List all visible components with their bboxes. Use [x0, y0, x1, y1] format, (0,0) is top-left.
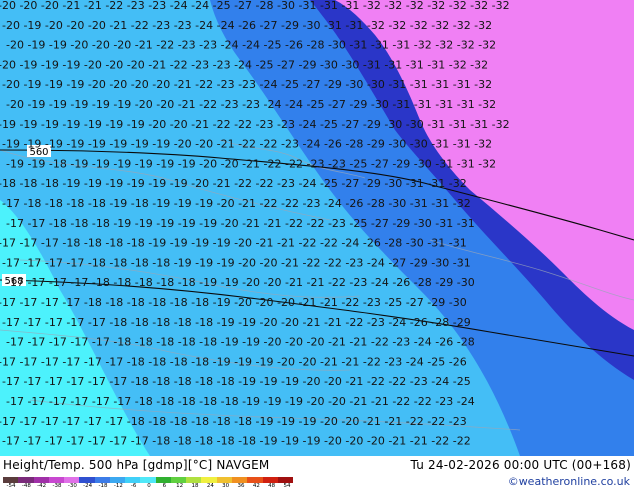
- colorbar-tick-label: 24: [206, 483, 214, 489]
- temperature-row: -17 -17 -17 -17 -17 -18 -18 -18 -18 -18 …: [2, 316, 471, 329]
- colorbar-tick-label: -6: [130, 483, 137, 489]
- temperature-map: 560 568 -20 -20 -20 -21 -21 -22 -23 -23 …: [0, 0, 634, 456]
- colorbar-tick-label: -12: [113, 483, 123, 489]
- colorbar-tick-label: -48: [21, 483, 31, 489]
- temperature-row: -19 -19 -18 -19 -19 -19 -19 -19 -19 -20 …: [6, 157, 496, 170]
- weather-map-figure: 560 568 -20 -20 -20 -21 -21 -22 -23 -23 …: [0, 0, 634, 490]
- map-caption: Height/Temp. 500 hPa [gdmp][°C] NAVGEM: [3, 458, 270, 472]
- colorbar-tick-label: -24: [83, 483, 93, 489]
- colorbar-ticks: -54 -48 -42 -38 -30 -24 -18 -12 -6 0 6 12 18 24 30 36 42…: [3, 483, 295, 490]
- colorbar-tick-label: 18: [191, 483, 199, 489]
- temperature-row: -17 -17 -18 -18 -18 -19 -19 -19 -19 -19 …: [6, 217, 475, 230]
- colorbar-tick-label: -38: [52, 483, 62, 489]
- temperature-row: -20 -19 -19 -19 -19 -19 -20 -20 -21 -22 …: [6, 98, 496, 111]
- colorbar-tick-label: 12: [176, 483, 184, 489]
- temperature-row: -17 -17 -17 -17 -17 -17 -17 -18 -18 -18 …: [2, 435, 471, 448]
- temperature-row: -20 -19 -19 -19 -20 -20 -20 -20 -21 -22 …: [2, 78, 492, 91]
- temperature-row: -20 -20 -20 -21 -21 -22 -23 -23 -24 -24 …: [0, 0, 510, 12]
- colorbar-tick-label: 6: [162, 483, 167, 489]
- temperature-row: -17 -17 -17 -17 -18 -18 -18 -18 -18 -18 …: [0, 296, 467, 309]
- colorbar-tick-label: 0: [147, 483, 151, 489]
- temperature-row: -19 -19 -19 -19 -19 -19 -19 -19 -20 -20 …: [2, 138, 492, 151]
- colorbar-tick-label: 42: [252, 483, 260, 489]
- temperature-row: -17 -17 -17 -17 -17 -17 -18 -18 -18 -18 …: [0, 355, 467, 368]
- temperature-row: -17 -18 -18 -18 -18 -19 -18 -19 -19 -19 …: [2, 197, 471, 210]
- temperature-row: -20 -19 -20 -20 -20 -21 -22 -23 -23 -24 …: [2, 19, 492, 32]
- temperature-labels: -20 -20 -20 -21 -21 -22 -23 -23 -24 -24 …: [0, 0, 510, 448]
- valid-time: Tu 24-02-2026 00:00 UTC (00+168): [410, 458, 631, 472]
- colorbar-tick-label: -30: [67, 483, 77, 489]
- colorbar-tick-label: -54: [6, 483, 16, 489]
- colorbar-tick-label: -42: [37, 483, 47, 489]
- colorbar-tick-label: 36: [237, 483, 245, 489]
- temperature-row: -17 -17 -17 -17 -17 -17 -18 -18 -18 -18 …: [6, 395, 475, 408]
- colorbar-tick-label: 48: [268, 483, 276, 489]
- temperature-row: -20 -19 -19 -20 -20 -20 -21 -22 -23 -23 …: [6, 39, 496, 52]
- temperature-row: -20 -19 -19 -19 -20 -20 -20 -21 -22 -23 …: [0, 58, 488, 71]
- temperature-row: -17 -17 -17 -17 -18 -18 -18 -18 -19 -19 …: [2, 256, 471, 269]
- temperature-row: -19 -19 -19 -19 -19 -19 -19 -20 -20 -21 …: [0, 118, 510, 131]
- map-footer: Height/Temp. 500 hPa [gdmp][°C] NAVGEM T…: [0, 456, 634, 490]
- colorbar-tick-label: 30: [222, 483, 230, 489]
- temperature-row: -18 -18 -18 -19 -19 -19 -19 -19 -19 -20 …: [0, 177, 467, 190]
- source-credit: ©weatheronline.co.uk: [507, 475, 630, 488]
- colorbar-tick-label: 54: [283, 483, 291, 489]
- temperature-row: -17 -17 -17 -17 -17 -17 -18 -18 -18 -18 …: [2, 375, 471, 388]
- temperature-row: -17 -17 -17 -17 -18 -18 -18 -18 -18 -19 …: [6, 276, 475, 289]
- temperature-row: -17 -17 -17 -17 -17 -18 -18 -18 -18 -18 …: [6, 336, 475, 349]
- temperature-row: -17 -17 -17 -18 -18 -18 -18 -19 -19 -19 …: [0, 237, 467, 250]
- colorbar-tick-label: -18: [98, 483, 108, 489]
- temperature-row: -17 -17 -17 -17 -17 -17 -18 -18 -18 -18 …: [0, 415, 467, 428]
